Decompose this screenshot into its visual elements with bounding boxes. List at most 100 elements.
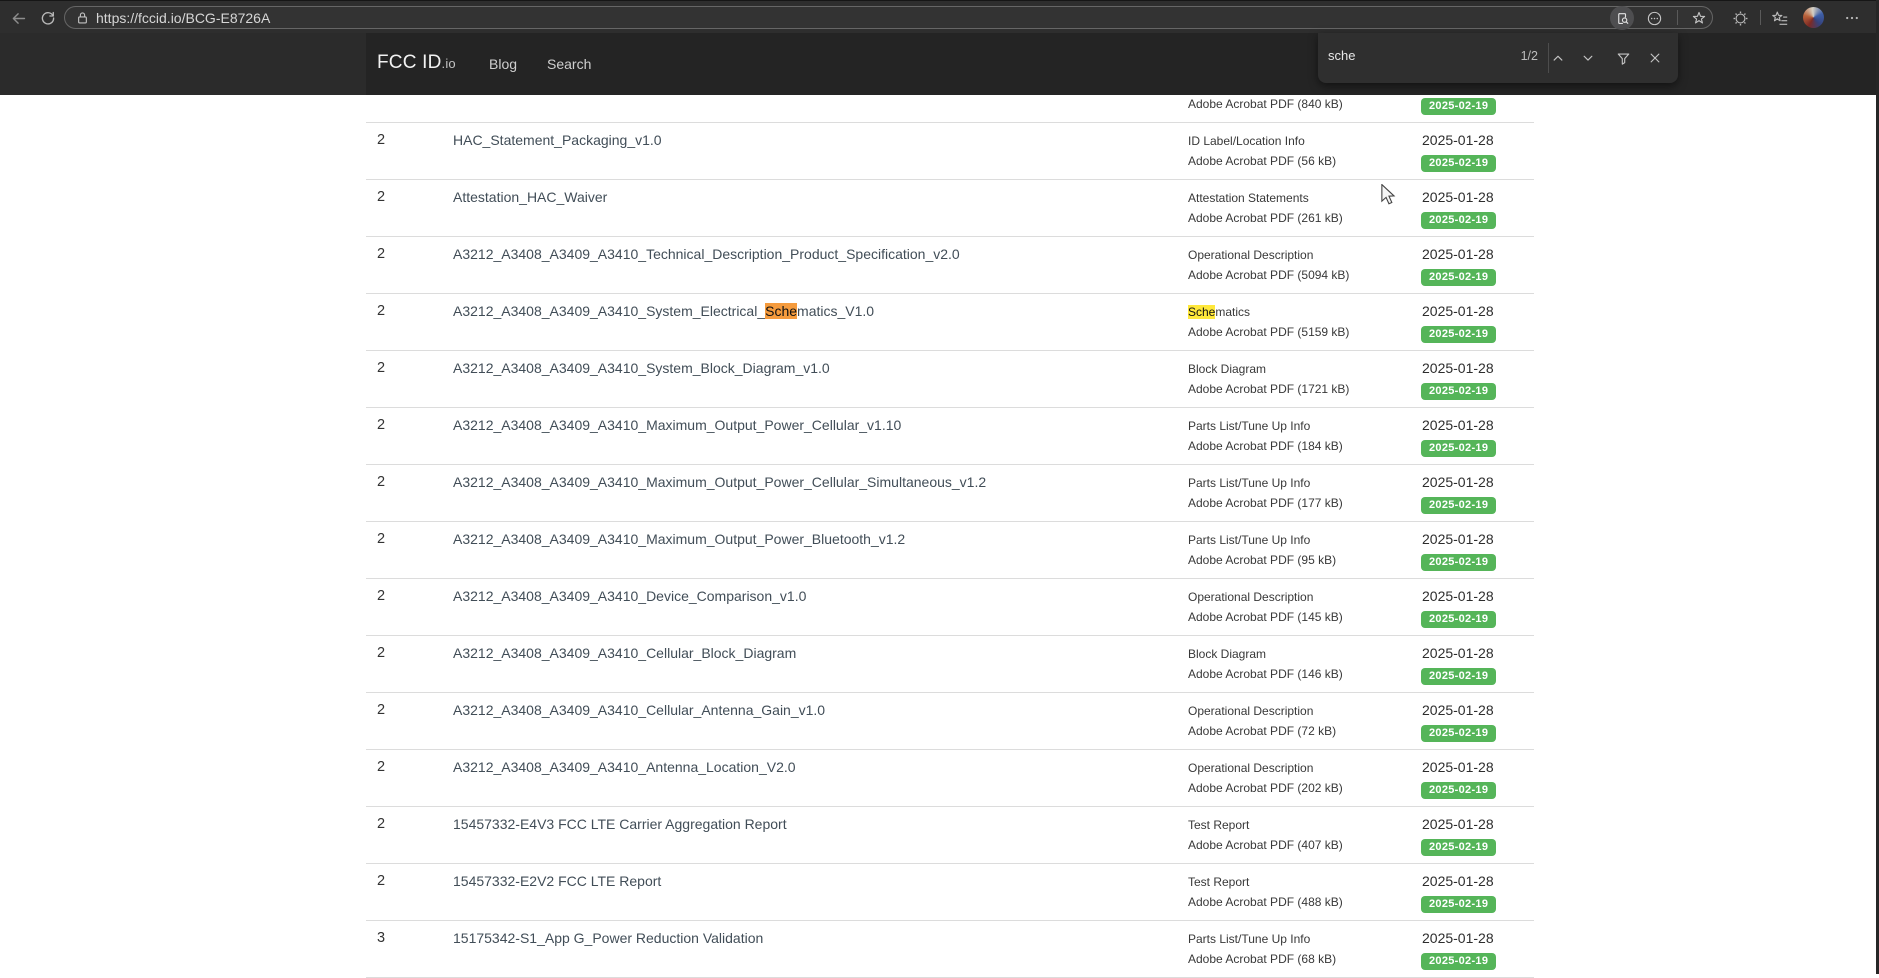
exhibit-count: 2 bbox=[377, 132, 385, 148]
document-link[interactable]: A3212_A3408_A3409_A3410_System_Electrica… bbox=[453, 303, 874, 319]
refresh-icon[interactable] bbox=[36, 6, 60, 30]
document-date: 2025-01-28 bbox=[1422, 759, 1494, 775]
find-filter-icon[interactable] bbox=[1611, 46, 1635, 70]
document-type: ID Label/Location Info bbox=[1188, 134, 1305, 148]
nav-item-search[interactable]: Search bbox=[547, 56, 591, 72]
file-info: Adobe Acrobat PDF (1721 kB) bbox=[1188, 382, 1349, 396]
file-info: Adobe Acrobat PDF (261 kB) bbox=[1188, 211, 1343, 225]
exhibit-count: 2 bbox=[377, 588, 385, 604]
document-link[interactable]: A3212_A3408_A3409_A3410_Maximum_Output_P… bbox=[453, 474, 986, 490]
table-row: 2 A3212_A3408_A3409_A3410_Maximum_Output… bbox=[366, 522, 1534, 579]
file-info: Adobe Acrobat PDF (407 kB) bbox=[1188, 838, 1343, 852]
document-link[interactable]: A3212_A3408_A3409_A3410_Antenna_Location… bbox=[453, 759, 796, 775]
exhibit-count: 2 bbox=[377, 816, 385, 832]
browser-toolbar: https://fccid.io/BCG-E8726A bbox=[0, 0, 1879, 33]
lock-icon[interactable] bbox=[70, 6, 94, 30]
document-type: Parts List/Tune Up Info bbox=[1188, 932, 1310, 946]
find-input[interactable]: sche bbox=[1328, 48, 1355, 63]
document-link[interactable]: A3212_A3408_A3409_A3410_Device_Compariso… bbox=[453, 588, 806, 604]
document-date: 2025-01-28 bbox=[1422, 303, 1494, 319]
document-type: Parts List/Tune Up Info bbox=[1188, 533, 1310, 547]
favorites-list-icon[interactable] bbox=[1768, 6, 1792, 30]
table-row: 2 15457332-E2V2 FCC LTE Report Test Repo… bbox=[366, 864, 1534, 921]
browser-essentials-icon[interactable] bbox=[1728, 6, 1752, 30]
favorite-star-icon[interactable] bbox=[1687, 6, 1711, 30]
table-row: 2 A3212_A3408_A3409_A3410_System_Block_D… bbox=[366, 351, 1534, 408]
find-next-icon[interactable] bbox=[1576, 46, 1600, 70]
document-type: Schematics bbox=[1188, 305, 1250, 319]
document-date: 2025-01-28 bbox=[1422, 816, 1494, 832]
file-info: Adobe Acrobat PDF (488 kB) bbox=[1188, 895, 1343, 909]
table-row: 2 A3212_A3408_A3409_A3410_Maximum_Output… bbox=[366, 465, 1534, 522]
document-date: 2025-01-28 bbox=[1422, 645, 1494, 661]
file-info: Adobe Acrobat PDF (5159 kB) bbox=[1188, 325, 1349, 339]
date-badge: 2025-02-19 bbox=[1421, 782, 1496, 799]
exhibit-count: 2 bbox=[377, 645, 385, 661]
document-link[interactable]: A3212_A3408_A3409_A3410_Maximum_Output_P… bbox=[453, 531, 905, 547]
date-badge: 2025-02-19 bbox=[1421, 725, 1496, 742]
date-badge: 2025-02-19 bbox=[1421, 440, 1496, 457]
document-type: Operational Description bbox=[1188, 248, 1313, 262]
mouse-cursor bbox=[1381, 184, 1396, 210]
find-close-icon[interactable] bbox=[1643, 46, 1667, 70]
document-link[interactable]: A3212_A3408_A3409_A3410_System_Block_Dia… bbox=[453, 360, 830, 376]
document-link[interactable]: 15457332-E4V3 FCC LTE Carrier Aggregatio… bbox=[453, 816, 787, 832]
file-info: Adobe Acrobat PDF (146 kB) bbox=[1188, 667, 1343, 681]
table-row: 2 A3212_A3408_A3409_A3410_Technical_Desc… bbox=[366, 237, 1534, 294]
site-logo[interactable]: FCC ID.io bbox=[377, 52, 456, 74]
document-date: 2025-01-28 bbox=[1422, 930, 1494, 946]
document-date: 2025-01-28 bbox=[1422, 360, 1494, 376]
exhibit-count: 3 bbox=[377, 930, 385, 946]
find-highlight: Sche bbox=[1188, 305, 1215, 319]
url-text[interactable]: https://fccid.io/BCG-E8726A bbox=[96, 10, 270, 26]
document-link[interactable]: 15457332-E2V2 FCC LTE Report bbox=[453, 873, 661, 889]
table-row: 2 A3212_A3408_A3409_A3410_Maximum_Output… bbox=[366, 408, 1534, 465]
file-info: Adobe Acrobat PDF (145 kB) bbox=[1188, 610, 1343, 624]
date-badge: 2025-02-19 bbox=[1421, 668, 1496, 685]
date-badge: 2025-02-19 bbox=[1421, 611, 1496, 628]
document-link[interactable]: 15175342-S1_App G_Power Reduction Valida… bbox=[453, 930, 763, 946]
document-link[interactable]: A3212_A3408_A3409_A3410_Cellular_Block_D… bbox=[453, 645, 796, 661]
find-on-page-icon[interactable] bbox=[1610, 6, 1634, 30]
logo-suffix: .io bbox=[442, 56, 456, 71]
exhibit-count: 2 bbox=[377, 360, 385, 376]
settings-menu-icon[interactable] bbox=[1840, 6, 1864, 30]
file-info: Adobe Acrobat PDF (5094 kB) bbox=[1188, 268, 1349, 282]
table-row: 2 A3212_A3408_A3409_A3410_System_Electri… bbox=[366, 294, 1534, 351]
find-previous-icon[interactable] bbox=[1546, 46, 1570, 70]
document-link[interactable]: HAC_Statement_Packaging_v1.0 bbox=[453, 132, 662, 148]
address-bar[interactable] bbox=[64, 6, 1713, 29]
table-row: 2 HAC_Statement_Packaging_v1.0 ID Label/… bbox=[366, 123, 1534, 180]
date-badge: 2025-02-19 bbox=[1421, 269, 1496, 286]
toolbar-divider bbox=[1677, 10, 1678, 25]
document-type: Test Report bbox=[1188, 875, 1249, 889]
documents-table: Adobe Acrobat PDF (840 kB) 2025-02-19 2 … bbox=[366, 66, 1534, 978]
table-row: 2 15457332-E4V3 FCC LTE Carrier Aggregat… bbox=[366, 807, 1534, 864]
find-match-count: 1/2 bbox=[1494, 49, 1538, 63]
exhibit-count: 2 bbox=[377, 531, 385, 547]
exhibit-count: 2 bbox=[377, 702, 385, 718]
document-date: 2025-01-28 bbox=[1422, 702, 1494, 718]
date-badge: 2025-02-19 bbox=[1421, 839, 1496, 856]
document-link[interactable]: A3212_A3408_A3409_A3410_Maximum_Output_P… bbox=[453, 417, 901, 433]
file-info: Adobe Acrobat PDF (202 kB) bbox=[1188, 781, 1343, 795]
date-badge: 2025-02-19 bbox=[1421, 212, 1496, 229]
file-info: Adobe Acrobat PDF (72 kB) bbox=[1188, 724, 1336, 738]
page-actions-icon[interactable] bbox=[1642, 6, 1666, 30]
document-date: 2025-01-28 bbox=[1422, 132, 1494, 148]
nav-item-blog[interactable]: Blog bbox=[489, 56, 517, 72]
document-date: 2025-01-28 bbox=[1422, 531, 1494, 547]
document-link[interactable]: A3212_A3408_A3409_A3410_Cellular_Antenna… bbox=[453, 702, 825, 718]
exhibit-count: 2 bbox=[377, 303, 385, 319]
document-link[interactable]: Attestation_HAC_Waiver bbox=[453, 189, 607, 205]
profile-avatar[interactable] bbox=[1803, 7, 1824, 28]
document-type: Operational Description bbox=[1188, 761, 1313, 775]
document-type: Test Report bbox=[1188, 818, 1249, 832]
file-info: Adobe Acrobat PDF (56 kB) bbox=[1188, 154, 1336, 168]
back-icon[interactable] bbox=[6, 6, 30, 30]
document-date: 2025-01-28 bbox=[1422, 474, 1494, 490]
document-type: Operational Description bbox=[1188, 590, 1313, 604]
date-badge: 2025-02-19 bbox=[1421, 98, 1496, 115]
document-link[interactable]: A3212_A3408_A3409_A3410_Technical_Descri… bbox=[453, 246, 960, 262]
file-info: Adobe Acrobat PDF (68 kB) bbox=[1188, 952, 1336, 966]
